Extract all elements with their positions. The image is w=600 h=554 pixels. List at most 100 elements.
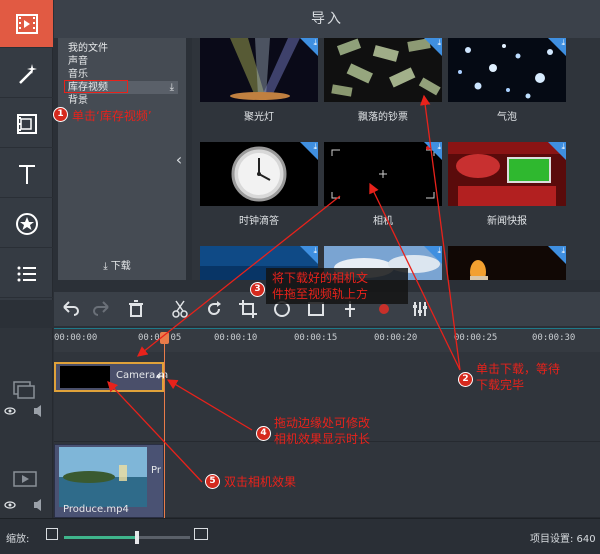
video-clip[interactable]: Pr Produce.mp4: [54, 444, 164, 518]
download-badge-icon[interactable]: ⤓: [561, 142, 565, 151]
zoom-slider[interactable]: [64, 531, 190, 544]
download-badge-icon[interactable]: ⤓: [437, 38, 441, 47]
step-4-line-2: 相机效果显示时长: [274, 432, 371, 446]
category-my-files[interactable]: 我的文件: [68, 42, 178, 55]
list-icon: [17, 266, 36, 281]
movavi-editor: 导入 我的文件 声音 音乐 库存视频 ⤓ 背景 ⤓ 下载 ‹ ⤓ ⤓ ⤓ 聚光灯…: [0, 0, 600, 554]
category-list: 我的文件 声音 音乐 库存视频 ⤓ 背景: [68, 42, 178, 107]
thumb-row3-3[interactable]: ⤓: [448, 246, 566, 280]
playhead-handle[interactable]: [160, 332, 169, 344]
download-badge-icon[interactable]: ⤓: [313, 142, 317, 151]
step-5-text: 双击相机效果: [224, 475, 297, 489]
thumb-label-spotlight: 聚光灯: [244, 112, 274, 123]
undo-icon: [63, 301, 79, 316]
download-badge-icon[interactable]: ⤓: [561, 246, 565, 255]
video-clip-short-name: Pr: [151, 465, 161, 476]
equalizer-button[interactable]: [406, 296, 434, 322]
video-track-head: [0, 442, 53, 518]
cut-button[interactable]: [166, 296, 194, 322]
film-icon: [15, 13, 38, 34]
clip-tab[interactable]: [0, 100, 53, 148]
camera-clip[interactable]: Camera.m: [54, 362, 168, 392]
rotate-button[interactable]: [200, 296, 228, 322]
playhead[interactable]: [164, 332, 165, 518]
download-button[interactable]: ⤓ 下载: [58, 257, 176, 272]
project-settings[interactable]: 项目设置: 640: [530, 530, 596, 545]
zoom-label: 缩放:: [6, 534, 30, 545]
equalizer-icon: [413, 302, 427, 316]
download-badge-icon[interactable]: ⤓: [313, 246, 317, 255]
step-3-line-2: 件拖至视频轨上方: [272, 287, 369, 301]
video-clip-name: Produce.mp4: [63, 504, 129, 515]
step-1-badge: 1: [53, 107, 68, 122]
redo-button[interactable]: [88, 296, 116, 322]
thumb-falling-money[interactable]: ⤓: [324, 38, 442, 102]
thumb-camera[interactable]: ⤓: [324, 142, 442, 206]
star-badge-icon: [15, 212, 38, 235]
filters-tab[interactable]: [0, 50, 53, 98]
import-tab[interactable]: [0, 0, 53, 48]
thumb-label-falling-money: 飘落的钞票: [358, 112, 408, 123]
media-grid: ⤓ ⤓ ⤓ 聚光灯 飘落的钞票 气泡 ⤓ ⤓ ⤓ 时钟滴答 相机 新闻快报 ⤓ …: [192, 38, 600, 280]
download-arrow-icon: ⤓: [103, 261, 111, 272]
more-tab[interactable]: [0, 250, 53, 298]
tick-label: 00:00:20: [374, 333, 418, 343]
text-icon: [18, 164, 35, 184]
thumb-label-bubbles: 气泡: [497, 112, 517, 123]
category-sounds[interactable]: 声音: [68, 55, 178, 68]
thumb-bubbles[interactable]: ⤓: [448, 38, 566, 102]
step-3-text-box: 将下载好的相机文 件拖至视频轨上方: [266, 268, 408, 304]
thumb-clock[interactable]: ⤓: [200, 142, 318, 206]
timeline-ruler[interactable]: 00:00:00 00:00:05 00:00:10 00:00:15 00:0…: [54, 328, 600, 352]
tick-label: 00:00:30: [532, 333, 576, 343]
step-2-line-1: 单击下载，等待: [476, 362, 561, 376]
step-2-badge: 2: [458, 372, 473, 387]
magic-wand-icon: [18, 63, 37, 84]
video-clip-thumbnail: [59, 447, 147, 507]
delete-button[interactable]: [122, 296, 150, 322]
stock-video-highlight-box: [64, 80, 128, 93]
panel-title: 导入: [54, 0, 600, 38]
tick-label: 00:00:25: [454, 333, 498, 343]
zoom-slider-fill: [64, 536, 138, 539]
titles-tab[interactable]: [0, 150, 53, 198]
thumb-spotlight[interactable]: ⤓: [200, 38, 318, 102]
collapse-panel-arrow[interactable]: ‹: [172, 148, 186, 172]
scissors-icon: [172, 300, 188, 318]
download-badge-icon[interactable]: ⤓: [313, 38, 317, 47]
category-panel: 我的文件 声音 音乐 库存视频 ⤓ 背景 ⤓ 下载: [58, 38, 186, 280]
tick-label: 00:00:00: [54, 333, 98, 343]
step-3-badge: 3: [250, 282, 265, 297]
crop-button[interactable]: [234, 296, 262, 322]
step-4-line-1: 拖动边缘处可修改: [274, 416, 371, 430]
zoom-slider-thumb[interactable]: [135, 531, 140, 544]
tick-label: 00:00:15: [294, 333, 338, 343]
download-badge-icon[interactable]: ⤓: [437, 142, 441, 151]
overlay-track-head: [0, 352, 53, 442]
step-2-line-2: 下载完毕: [476, 378, 525, 392]
zoom-out-icon[interactable]: [46, 528, 58, 540]
redo-icon: [93, 301, 109, 316]
tool-sidebar: [0, 0, 53, 300]
category-backgrounds[interactable]: 背景: [68, 94, 178, 107]
trash-icon: [129, 300, 143, 317]
download-icon[interactable]: ⤓: [170, 81, 174, 94]
zoom-in-icon[interactable]: [194, 528, 208, 540]
rotate-icon: [208, 301, 221, 315]
thumb-label-breaking-news: 新闻快报: [487, 216, 527, 227]
step-3-line-1: 将下载好的相机文: [272, 271, 369, 285]
stickers-tab[interactable]: [0, 200, 53, 248]
download-badge-icon[interactable]: ⤓: [437, 246, 441, 255]
ruler-head: [0, 328, 53, 352]
step-4-badge: 4: [256, 426, 271, 441]
camera-clip-thumbnail: [60, 366, 110, 388]
step-1-text: 单击‘库存视频’: [72, 109, 152, 123]
step-5-badge: 5: [205, 474, 220, 489]
thumb-label-camera: 相机: [373, 216, 393, 227]
download-badge-icon[interactable]: ⤓: [561, 38, 565, 47]
crop-icon: [239, 300, 257, 318]
thumb-breaking-news[interactable]: ⤓: [448, 142, 566, 206]
thumb-label-clock: 时钟滴答: [239, 216, 279, 227]
status-bar: 缩放: 项目设置: 640: [0, 518, 600, 554]
undo-button[interactable]: [56, 296, 84, 322]
